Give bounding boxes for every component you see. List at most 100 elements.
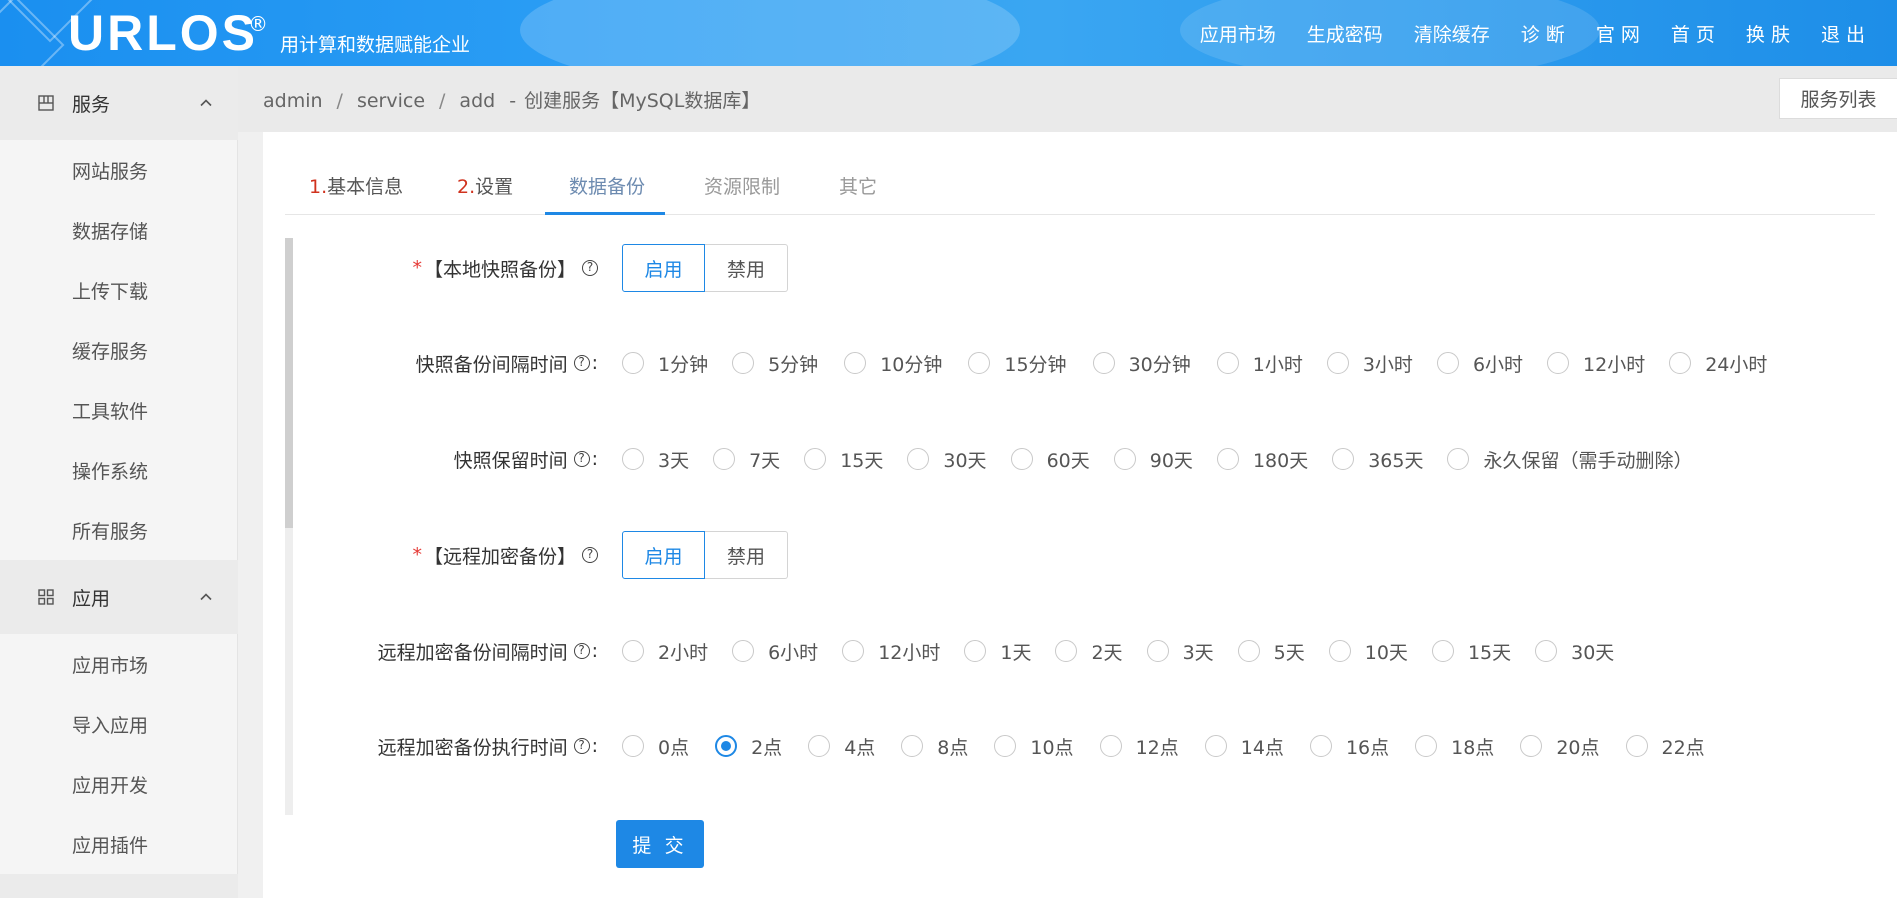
radio-option[interactable]: 16点 bbox=[1309, 733, 1389, 760]
radio-circle[interactable] bbox=[622, 448, 644, 470]
radio-option[interactable]: 1天 bbox=[964, 638, 1031, 665]
radio-option[interactable]: 20点 bbox=[1520, 733, 1600, 760]
sidebar-item-app-development[interactable]: 应用开发 bbox=[0, 754, 238, 814]
radio-option[interactable]: 10分钟 bbox=[844, 350, 942, 377]
radio-circle[interactable] bbox=[1431, 640, 1454, 662]
radio-circle[interactable] bbox=[1415, 735, 1438, 757]
radio-option[interactable]: 24小时 bbox=[1669, 350, 1767, 377]
radio-option[interactable]: 14点 bbox=[1204, 733, 1284, 760]
nav-logout[interactable]: 退 出 bbox=[1821, 20, 1865, 47]
radio-circle[interactable] bbox=[1113, 448, 1136, 470]
radio-circle[interactable] bbox=[622, 640, 644, 662]
radio-option[interactable]: 30天 bbox=[1535, 638, 1614, 665]
radio-circle[interactable] bbox=[1669, 352, 1692, 374]
sidebar-group-app[interactable]: 应用 bbox=[0, 560, 238, 634]
radio-circle[interactable] bbox=[1099, 735, 1122, 757]
radio-option[interactable]: 60天 bbox=[1010, 446, 1090, 473]
radio-option[interactable]: 12点 bbox=[1099, 733, 1179, 760]
radio-option[interactable]: 180天 bbox=[1216, 446, 1308, 473]
radio-circle[interactable] bbox=[713, 448, 736, 470]
radio-option[interactable]: 10天 bbox=[1328, 638, 1408, 665]
sidebar-item-cache-service[interactable]: 缓存服务 bbox=[0, 320, 238, 380]
breadcrumb-admin[interactable]: admin bbox=[263, 90, 323, 112]
submit-button[interactable]: 提 交 bbox=[616, 820, 704, 868]
disable-button[interactable]: 禁用 bbox=[705, 531, 788, 579]
radio-option[interactable]: 90天 bbox=[1113, 446, 1193, 473]
nav-home[interactable]: 首 页 bbox=[1671, 20, 1715, 47]
radio-circle[interactable] bbox=[1216, 352, 1239, 374]
radio-circle[interactable] bbox=[622, 735, 644, 757]
radio-circle[interactable] bbox=[1010, 448, 1033, 470]
service-list-button[interactable]: 服务列表 bbox=[1779, 78, 1897, 119]
tab-other[interactable]: 其它 bbox=[839, 172, 877, 215]
radio-option[interactable]: 30天 bbox=[907, 446, 987, 473]
radio-circle[interactable] bbox=[1092, 352, 1115, 374]
radio-option[interactable]: 15天 bbox=[1431, 638, 1511, 665]
radio-option[interactable]: 15分钟 bbox=[968, 350, 1067, 377]
radio-circle-checked[interactable] bbox=[715, 735, 738, 757]
radio-circle[interactable] bbox=[622, 352, 644, 374]
nav-clear-cache[interactable]: 清除缓存 bbox=[1414, 20, 1490, 47]
help-icon[interactable]: ? bbox=[573, 451, 590, 467]
radio-circle[interactable] bbox=[907, 448, 930, 470]
disable-button[interactable]: 禁用 bbox=[705, 244, 788, 292]
radio-circle[interactable] bbox=[1204, 735, 1227, 757]
radio-circle[interactable] bbox=[964, 640, 987, 662]
radio-circle[interactable] bbox=[1146, 640, 1169, 662]
radio-option[interactable]: 5天 bbox=[1237, 638, 1305, 665]
radio-circle[interactable] bbox=[1237, 640, 1260, 662]
radio-circle[interactable] bbox=[901, 735, 924, 757]
radio-circle[interactable] bbox=[842, 640, 865, 662]
radio-option[interactable]: 2小时 bbox=[622, 638, 708, 665]
help-icon[interactable]: ? bbox=[582, 547, 598, 563]
radio-circle[interactable] bbox=[1332, 448, 1355, 470]
nav-app-market[interactable]: 应用市场 bbox=[1200, 20, 1276, 47]
radio-option[interactable]: 2天 bbox=[1055, 638, 1123, 665]
radio-option[interactable]: 7天 bbox=[713, 446, 780, 473]
radio-circle[interactable] bbox=[844, 352, 867, 374]
nav-official-site[interactable]: 官 网 bbox=[1596, 20, 1640, 47]
radio-circle[interactable] bbox=[1216, 448, 1239, 470]
sidebar-item-operating-system[interactable]: 操作系统 bbox=[0, 440, 238, 500]
tab-basic-info[interactable]: 1.基本信息 bbox=[309, 172, 403, 215]
radio-option[interactable]: 6小时 bbox=[1436, 350, 1523, 377]
radio-option[interactable]: 5分钟 bbox=[732, 350, 818, 377]
radio-option[interactable]: 10点 bbox=[994, 733, 1074, 760]
sidebar-item-all-services[interactable]: 所有服务 bbox=[0, 500, 238, 560]
radio-option[interactable]: 0点 bbox=[622, 733, 689, 760]
sidebar-item-upload-download[interactable]: 上传下载 bbox=[0, 260, 238, 320]
sidebar-item-app-plugins[interactable]: 应用插件 bbox=[0, 814, 238, 874]
radio-option[interactable]: 12小时 bbox=[1547, 350, 1645, 377]
radio-option[interactable]: 365天 bbox=[1332, 446, 1423, 473]
sidebar-group-service[interactable]: 服务 bbox=[0, 66, 238, 140]
nav-change-skin[interactable]: 换 肤 bbox=[1746, 20, 1790, 47]
sidebar-item-import-app[interactable]: 导入应用 bbox=[0, 694, 238, 754]
radio-circle[interactable] bbox=[804, 448, 827, 470]
radio-option[interactable]: 3天 bbox=[622, 446, 689, 473]
radio-option[interactable]: 3天 bbox=[1146, 638, 1214, 665]
radio-circle[interactable] bbox=[1436, 352, 1459, 374]
breadcrumb-service[interactable]: service bbox=[357, 90, 425, 112]
radio-option[interactable]: 1小时 bbox=[1216, 350, 1303, 377]
radio-circle[interactable] bbox=[1547, 352, 1570, 374]
radio-option[interactable]: 6小时 bbox=[732, 638, 818, 665]
logo[interactable]: URLOS bbox=[68, 8, 258, 58]
sidebar-item-website-service[interactable]: 网站服务 bbox=[0, 140, 238, 200]
radio-option[interactable]: 30分钟 bbox=[1092, 350, 1191, 377]
radio-circle[interactable] bbox=[1447, 448, 1470, 470]
radio-circle[interactable] bbox=[1625, 735, 1648, 757]
help-icon[interactable]: ? bbox=[573, 738, 590, 754]
radio-circle[interactable] bbox=[1535, 640, 1558, 662]
radio-option[interactable]: 15天 bbox=[804, 446, 883, 473]
radio-circle[interactable] bbox=[1326, 352, 1349, 374]
radio-option[interactable]: 3小时 bbox=[1326, 350, 1413, 377]
radio-circle[interactable] bbox=[968, 352, 991, 374]
help-icon[interactable]: ? bbox=[573, 355, 590, 371]
tab-resource-limit[interactable]: 资源限制 bbox=[704, 172, 780, 215]
radio-option[interactable]: 18点 bbox=[1415, 733, 1494, 760]
radio-option[interactable]: 4点 bbox=[808, 733, 875, 760]
radio-circle[interactable] bbox=[994, 735, 1017, 757]
help-icon[interactable]: ? bbox=[573, 643, 590, 659]
sidebar-item-tool-software[interactable]: 工具软件 bbox=[0, 380, 238, 440]
nav-diagnose[interactable]: 诊 断 bbox=[1521, 20, 1565, 47]
